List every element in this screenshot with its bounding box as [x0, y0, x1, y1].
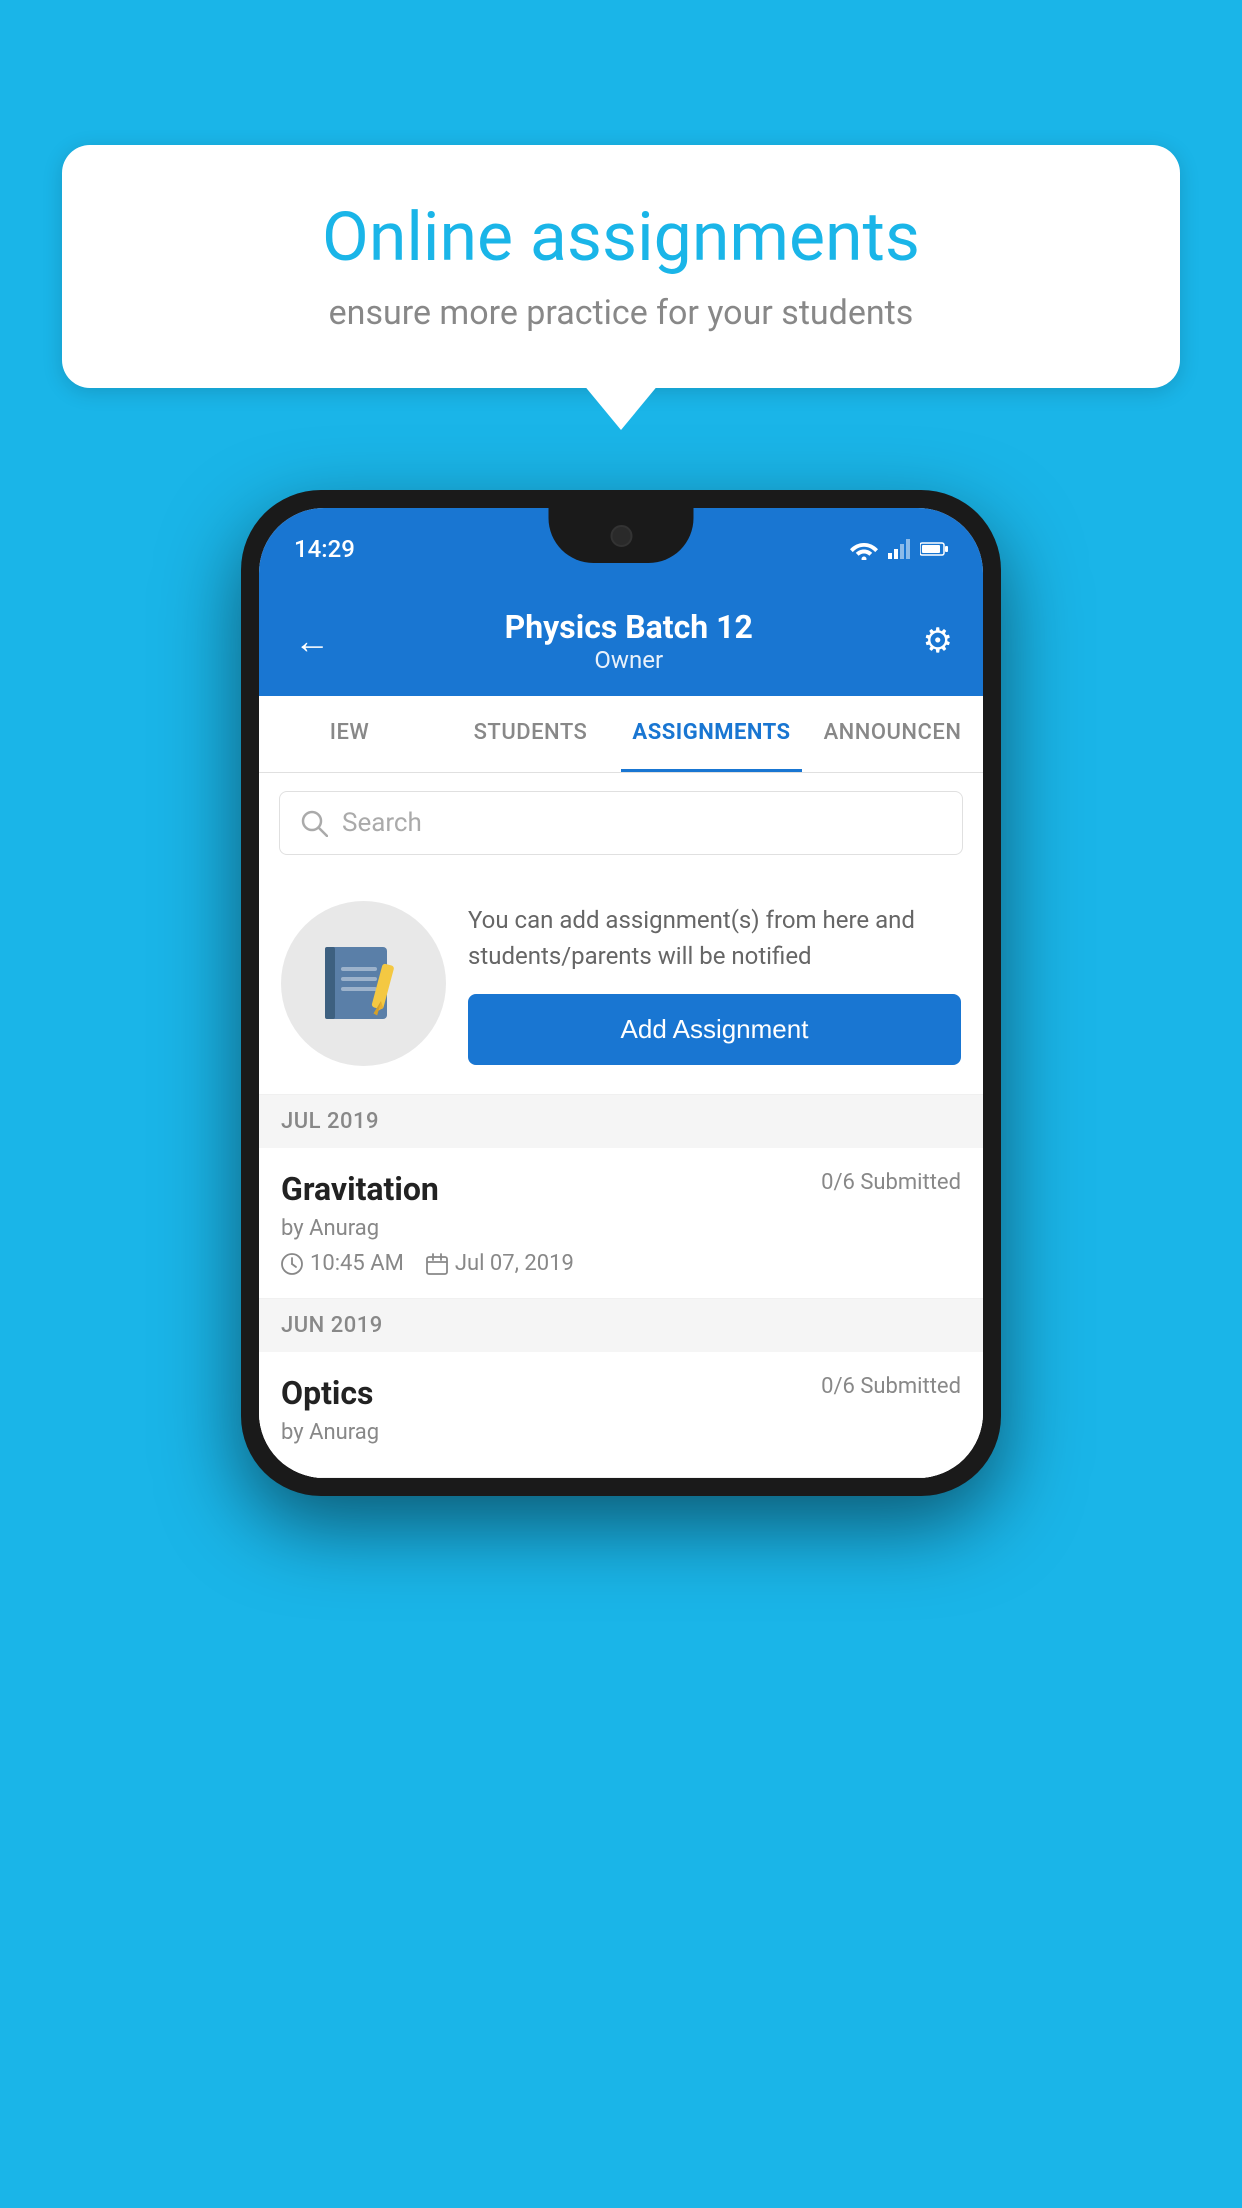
- search-placeholder: Search: [342, 808, 422, 838]
- assignment-by: by Anurag: [281, 1216, 961, 1241]
- assignment-name: Gravitation: [281, 1170, 439, 1208]
- phone-device: 14:29: [241, 490, 1001, 1496]
- section-header-jul: JUL 2019: [259, 1095, 983, 1148]
- calendar-icon: [426, 1253, 448, 1275]
- status-bar: 14:29: [259, 508, 983, 590]
- time-value: 10:45 AM: [310, 1251, 404, 1276]
- assignment-submitted: 0/6 Submitted: [821, 1170, 961, 1195]
- add-assignment-button[interactable]: Add Assignment: [468, 994, 961, 1065]
- add-assignment-right: You can add assignment(s) from here and …: [468, 902, 961, 1065]
- add-assignment-desc: You can add assignment(s) from here and …: [468, 902, 961, 974]
- notebook-icon: [319, 939, 409, 1029]
- batch-subtitle: Owner: [505, 646, 753, 674]
- app-header: ← Physics Batch 12 Owner ⚙: [259, 590, 983, 696]
- section-header-jun: JUN 2019: [259, 1299, 983, 1352]
- assignment-item-header-optics: Optics 0/6 Submitted: [281, 1374, 961, 1412]
- signal-icon: [888, 539, 910, 559]
- tab-iew[interactable]: IEW: [259, 696, 440, 772]
- phone-screen: 14:29: [259, 508, 983, 1478]
- battery-icon: [920, 541, 948, 557]
- back-button[interactable]: ←: [289, 615, 335, 667]
- search-bar[interactable]: Search: [279, 791, 963, 855]
- clock-icon: [281, 1253, 303, 1275]
- assignment-item-header: Gravitation 0/6 Submitted: [281, 1170, 961, 1208]
- speech-bubble-title: Online assignments: [122, 200, 1120, 275]
- assignment-by-optics: by Anurag: [281, 1420, 961, 1445]
- speech-bubble-container: Online assignments ensure more practice …: [62, 145, 1180, 388]
- tab-assignments[interactable]: ASSIGNMENTS: [621, 696, 802, 772]
- front-camera: [610, 525, 632, 547]
- date-value: Jul 07, 2019: [455, 1251, 574, 1276]
- status-time: 14:29: [294, 535, 355, 563]
- search-container: Search: [259, 773, 983, 873]
- assignment-date: Jul 07, 2019: [426, 1251, 574, 1276]
- assignment-time: 10:45 AM: [281, 1251, 404, 1276]
- speech-bubble: Online assignments ensure more practice …: [62, 145, 1180, 388]
- tabs-container: IEW STUDENTS ASSIGNMENTS ANNOUNCEN: [259, 696, 983, 773]
- status-icons: [850, 538, 948, 560]
- header-title-area: Physics Batch 12 Owner: [505, 608, 753, 674]
- assignment-submitted-optics: 0/6 Submitted: [821, 1374, 961, 1399]
- content-area: Search: [259, 773, 983, 1478]
- tab-announcements[interactable]: ANNOUNCEN: [802, 696, 983, 772]
- tab-students[interactable]: STUDENTS: [440, 696, 621, 772]
- speech-bubble-subtitle: ensure more practice for your students: [122, 293, 1120, 333]
- phone-outer: 14:29: [241, 490, 1001, 1496]
- assignment-name-optics: Optics: [281, 1374, 373, 1412]
- assignment-item-gravitation[interactable]: Gravitation 0/6 Submitted by Anurag: [259, 1148, 983, 1299]
- assignment-meta: 10:45 AM Jul 07, 2019: [281, 1251, 961, 1276]
- settings-button[interactable]: ⚙: [923, 621, 953, 661]
- search-icon: [300, 809, 328, 837]
- wifi-icon: [850, 538, 878, 560]
- assignment-item-optics[interactable]: Optics 0/6 Submitted by Anurag: [259, 1352, 983, 1478]
- notch: [549, 508, 694, 563]
- add-assignment-section: You can add assignment(s) from here and …: [259, 873, 983, 1095]
- batch-title: Physics Batch 12: [505, 608, 753, 646]
- assignment-icon-circle: [281, 901, 446, 1066]
